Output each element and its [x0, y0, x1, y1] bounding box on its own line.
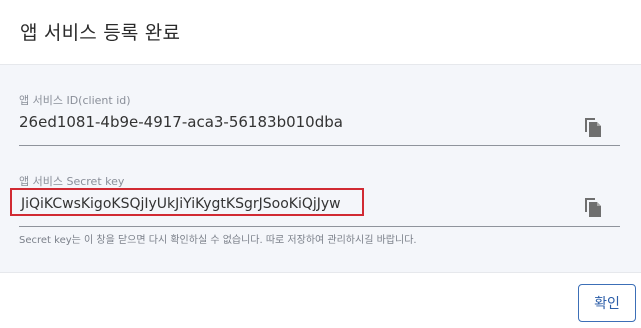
secret-key-field: 앱 서비스 Secret key JiQiKCwsKigoKSQjIyUkJiY… — [10, 173, 620, 227]
secret-key-label: 앱 서비스 Secret key — [19, 175, 125, 188]
service-registration-dialog: 앱 서비스 등록 완료 앱 서비스 ID(client id) 26ed1081… — [0, 0, 641, 328]
secret-key-underline — [19, 226, 620, 227]
confirm-button[interactable]: 확인 — [578, 284, 636, 322]
app-service-id-field: 앱 서비스 ID(client id) 26ed1081-4b9e-4917-a… — [19, 92, 620, 146]
dialog-header: 앱 서비스 등록 완료 — [0, 0, 641, 65]
app-service-id-label: 앱 서비스 ID(client id) — [19, 94, 131, 107]
copy-id-button[interactable] — [582, 115, 604, 139]
dialog-title: 앱 서비스 등록 완료 — [20, 22, 181, 44]
dialog-footer: 확인 — [0, 273, 641, 328]
copy-icon — [585, 198, 601, 217]
copy-secret-button[interactable] — [582, 195, 604, 219]
secret-key-value[interactable]: JiQiKCwsKigoKSQjIyUkJiYiKygtKSgrJSooKiQj… — [10, 188, 364, 216]
app-service-id-value[interactable]: 26ed1081-4b9e-4917-aca3-56183b010dba — [19, 113, 343, 131]
copy-icon — [585, 118, 601, 137]
dialog-body: 앱 서비스 ID(client id) 26ed1081-4b9e-4917-a… — [0, 65, 641, 273]
app-service-id-underline — [19, 145, 620, 146]
secret-key-warning: Secret key는 이 창을 닫으면 다시 확인하실 수 없습니다. 따로 … — [19, 235, 417, 246]
